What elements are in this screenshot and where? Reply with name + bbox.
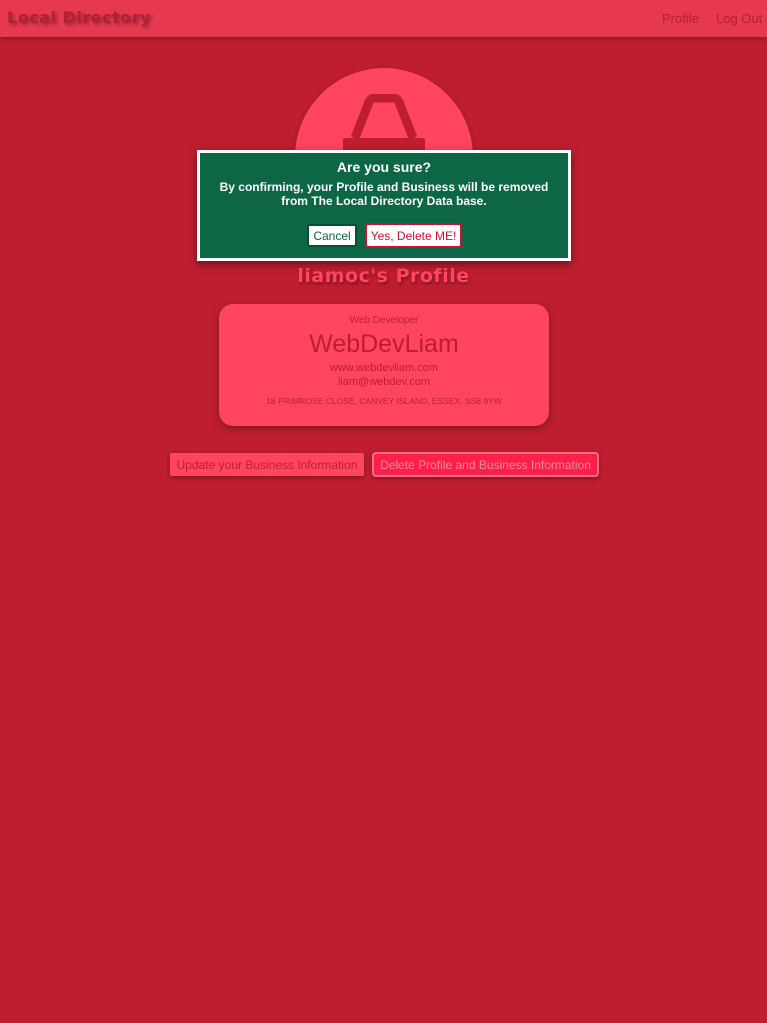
cancel-button[interactable]: Cancel xyxy=(307,224,357,247)
confirm-delete-button[interactable]: Yes, Delete ME! xyxy=(365,223,462,248)
business-email[interactable]: liam@webdev.com xyxy=(219,376,549,388)
update-business-button[interactable]: Update your Business Information xyxy=(170,453,364,476)
shopping-basket-icon xyxy=(343,94,425,154)
business-name: WebDevLiam xyxy=(309,330,459,358)
navbar: Local Directory Profile Log Out xyxy=(0,0,767,37)
business-address: 18 PRIMROSE CLOSE, CANVEY ISLAND, ESSEX,… xyxy=(266,396,502,406)
modal-message: By confirming, your Profile and Business… xyxy=(219,180,549,208)
confirm-delete-modal: Are you sure? By confirming, your Profil… xyxy=(197,150,571,261)
modal-title: Are you sure? xyxy=(336,159,432,175)
delete-profile-button[interactable]: Delete Profile and Business Information xyxy=(372,452,599,477)
profile-heading: liamoc's Profile xyxy=(297,265,470,287)
nav-link-logout[interactable]: Log Out xyxy=(716,11,762,26)
nav-link-profile[interactable]: Profile xyxy=(662,11,699,26)
business-website[interactable]: www.webdevliam.com xyxy=(219,362,549,374)
job-title: Web Developer xyxy=(349,315,419,326)
business-card: Web Developer WebDevLiam www.webdevliam.… xyxy=(219,304,549,426)
brand-logo[interactable]: Local Directory xyxy=(7,8,151,27)
